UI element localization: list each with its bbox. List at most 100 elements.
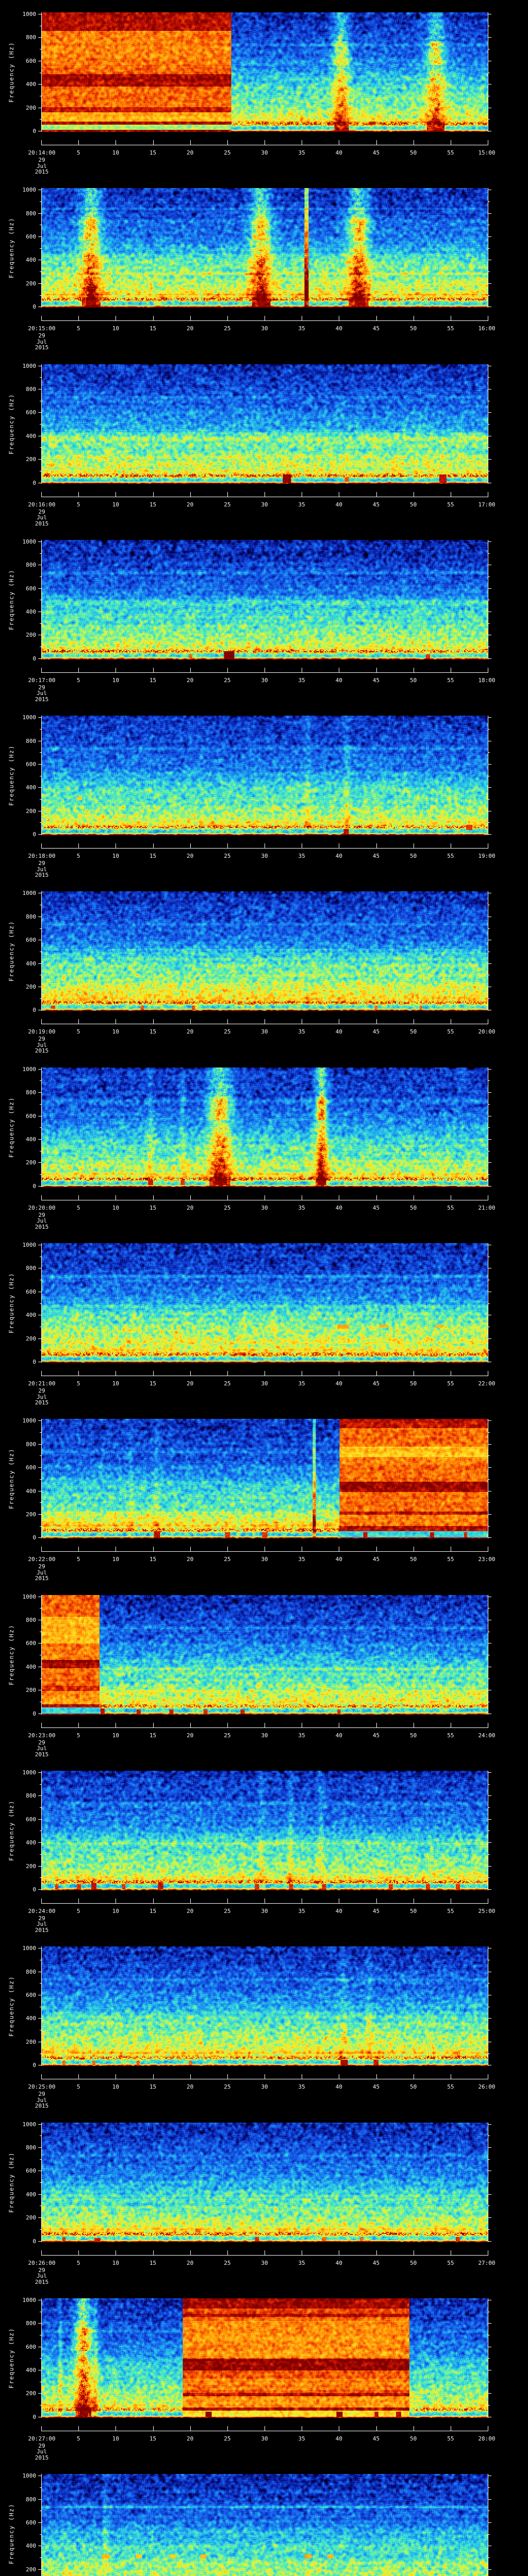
- y-tick-right: [488, 1502, 490, 1503]
- x-axis-date-line: 2015: [35, 1926, 49, 1934]
- x-tick: [376, 1019, 377, 1024]
- x-axis-end-time: 20:00: [478, 1028, 496, 1036]
- y-tick: [40, 623, 41, 624]
- y-tick-right: [488, 248, 490, 249]
- y-tick-label: 0: [32, 1886, 36, 1893]
- y-tick-right: [488, 2229, 490, 2230]
- x-tick: [41, 1371, 42, 1376]
- x-axis-start-time: 20:21:00: [28, 1380, 56, 1387]
- x-tick-label: 55: [447, 2083, 454, 2091]
- y-tick: [38, 1185, 41, 1187]
- x-tick-label: 10: [112, 2083, 119, 2091]
- y-tick-right: [488, 2159, 490, 2160]
- y-tick-right: [488, 2358, 490, 2359]
- y-tick: [38, 412, 41, 413]
- x-tick: [153, 1722, 154, 1727]
- y-tick-right: [488, 37, 491, 38]
- y-tick-right: [488, 2569, 491, 2570]
- y-tick: [40, 1502, 41, 1503]
- spectrogram-canvas: [42, 2122, 488, 2242]
- x-tick: [376, 140, 377, 145]
- y-tick-right: [488, 2241, 491, 2242]
- y-tick-right: [488, 553, 490, 554]
- y-tick-label: 0: [32, 128, 36, 134]
- x-axis-end-time: 15:00: [478, 149, 496, 156]
- y-tick: [40, 1104, 41, 1105]
- x-tick-label: 45: [372, 1380, 380, 1387]
- y-axis-line: [41, 2474, 42, 2576]
- x-tick: [190, 2250, 191, 2255]
- y-tick-right: [488, 1303, 490, 1304]
- x-tick-label: 40: [335, 1380, 342, 1387]
- y-tick: [38, 1819, 41, 1820]
- x-axis-date-line: 2015: [35, 1399, 49, 1406]
- x-axis-date-line: 29: [38, 1563, 45, 1570]
- y-tick-right: [488, 2124, 491, 2125]
- y-tick: [40, 201, 41, 202]
- x-axis-date-line: 29: [38, 2091, 45, 2098]
- y-tick: [38, 588, 41, 589]
- y-tick-label: 800: [26, 2144, 36, 2151]
- y-tick: [40, 799, 41, 800]
- y-tick: [40, 377, 41, 378]
- y-tick: [38, 1537, 41, 1538]
- y-tick-label: 600: [26, 57, 36, 64]
- y-tick-right: [488, 295, 490, 296]
- y-tick: [40, 1479, 41, 1480]
- x-axis-date-line: 29: [38, 1211, 45, 1218]
- x-tick-label: 15: [149, 853, 157, 860]
- x-tick: [78, 492, 79, 497]
- y-tick-right: [488, 1819, 491, 1820]
- x-tick-label: 45: [372, 1907, 380, 1914]
- spectrogram-canvas: [42, 188, 488, 308]
- x-tick-label: 50: [410, 1907, 417, 1914]
- y-tick-label: 1000: [22, 714, 37, 721]
- y-tick-label: 400: [26, 1663, 36, 1670]
- y-tick-right: [488, 201, 490, 202]
- x-tick: [190, 843, 191, 849]
- y-tick-right: [488, 2217, 491, 2218]
- x-tick-label: 45: [372, 501, 380, 508]
- x-tick: [153, 2426, 154, 2431]
- y-tick: [38, 2522, 41, 2523]
- y-tick-label: 200: [26, 2214, 36, 2222]
- x-tick-label: 25: [224, 853, 231, 860]
- y-tick-right: [488, 412, 491, 413]
- x-tick-label: 25: [224, 325, 231, 332]
- y-tick: [38, 283, 41, 284]
- y-tick-right: [488, 1983, 490, 1984]
- x-tick-label: 35: [298, 1028, 305, 1036]
- y-axis-line: [41, 2298, 42, 2418]
- spectrogram-canvas: [42, 12, 488, 132]
- x-tick-label: 5: [76, 1732, 80, 1739]
- x-tick: [78, 1371, 79, 1376]
- y-tick-label: 800: [26, 210, 36, 217]
- x-tick: [153, 1898, 154, 1903]
- spectrogram-panel-20-14-00: Frequency (Hz) 0 200 400 600 800 1000 5 10 15 20 25…: [0, 0, 528, 176]
- y-tick-label: 600: [26, 1816, 36, 1823]
- x-axis-date-line: Jul: [37, 1921, 47, 1928]
- x-tick-label: 50: [410, 1380, 417, 1387]
- y-tick-label: 1000: [22, 2472, 37, 2480]
- y-tick-label: 1000: [22, 11, 37, 18]
- spectrogram-canvas: [42, 716, 488, 836]
- y-axis-title: Frequency (Hz): [8, 921, 15, 982]
- y-tick-right: [488, 1514, 491, 1515]
- x-tick-label: 50: [410, 676, 417, 684]
- y-tick-label: 0: [32, 1710, 36, 1717]
- y-tick-right: [488, 213, 491, 214]
- x-tick: [153, 2250, 154, 2255]
- x-tick-label: 30: [261, 2259, 268, 2266]
- y-tick: [38, 1444, 41, 1445]
- x-tick-label: 5: [76, 676, 80, 684]
- x-axis-date-line: 2015: [35, 344, 49, 351]
- x-tick-label: 35: [298, 1204, 305, 1211]
- y-tick-right: [488, 1537, 491, 1538]
- x-tick-label: 50: [410, 2259, 417, 2266]
- y-tick: [40, 1432, 41, 1433]
- x-axis-date-line: 29: [38, 1914, 45, 1922]
- x-tick-label: 10: [112, 2259, 119, 2266]
- x-tick: [376, 1547, 377, 1552]
- y-tick-right: [488, 2522, 491, 2523]
- x-axis-start-time: 20:26:00: [28, 2259, 56, 2266]
